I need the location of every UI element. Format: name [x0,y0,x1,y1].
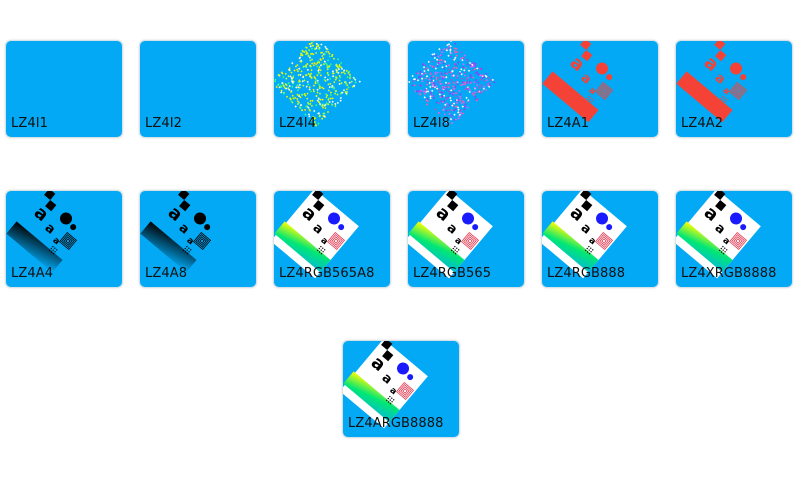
tile-label: LZ4I1 [11,116,49,131]
tile-lz4rgb565[interactable]: aaa LZ4RGB565 [407,190,525,288]
tile-label: LZ4I2 [145,116,183,131]
tile-label: LZ4A2 [681,116,724,131]
tile-lz4i4[interactable]: LZ4I4 [273,40,391,138]
tile-lz4rgb565a8[interactable]: aaa LZ4RGB565A8 [273,190,391,288]
tile-lz4i1[interactable]: LZ4I1 [5,40,123,138]
tile-label: LZ4I4 [279,116,317,131]
tile-label: LZ4RGB565A8 [279,266,375,281]
tile-lz4i8[interactable]: LZ4I8 [407,40,525,138]
image-format-grid: LZ4I1 LZ4I2 LZ4I4 LZ4I8 aaa LZ4A1 aaa LZ… [0,0,800,480]
svg-text:a: a [712,70,728,87]
tile-lz4a1[interactable]: aaa LZ4A1 [541,40,659,138]
tile-lz4argb8888[interactable]: aaa LZ4ARGB8888 [342,340,460,438]
tile-lz4xrgb8888[interactable]: aaa LZ4XRGB8888 [675,190,793,288]
tile-lz4i2[interactable]: LZ4I2 [139,40,257,138]
svg-text:a: a [42,220,58,237]
tile-label: LZ4A8 [145,266,188,281]
tile-lz4a8[interactable]: aaa LZ4A8 [139,190,257,288]
tile-label: LZ4A1 [547,116,590,131]
tile-lz4a4[interactable]: aaa LZ4A4 [5,190,123,288]
tile-label: LZ4I8 [413,116,451,131]
tile-label: LZ4XRGB8888 [681,266,777,281]
tile-label: LZ4RGB888 [547,266,626,281]
tile-lz4a2[interactable]: aaa LZ4A2 [675,40,793,138]
tile-label: LZ4RGB565 [413,266,492,281]
svg-text:a: a [176,220,192,237]
svg-text:a: a [578,70,594,87]
tile-label: LZ4A4 [11,266,54,281]
tile-lz4rgb888[interactable]: aaa LZ4RGB888 [541,190,659,288]
tile-label: LZ4ARGB8888 [348,416,444,431]
